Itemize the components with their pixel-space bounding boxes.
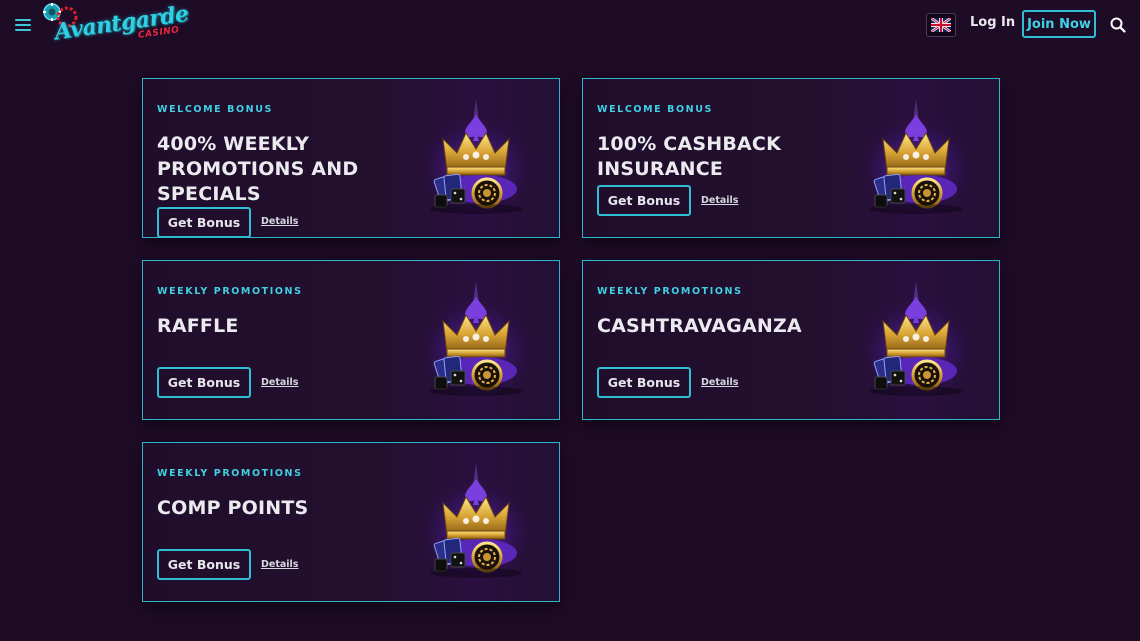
crown-chips-illustration — [412, 97, 540, 219]
site-header: Avantgarde CASINO Log In Join Now — [0, 0, 1140, 50]
crown-chips-illustration — [852, 279, 980, 401]
promo-title: RAFFLE — [157, 315, 239, 337]
details-link[interactable]: Details — [261, 216, 298, 227]
promo-title: COMP POINTS — [157, 497, 309, 519]
join-now-button[interactable]: Join Now — [1022, 10, 1096, 38]
promo-card: WELCOME BONUS 400% WEEKLY PROMOTIONS AND… — [142, 78, 560, 238]
promo-category-label: WEEKLY PROMOTIONS — [157, 286, 303, 297]
get-bonus-button[interactable]: Get Bonus — [597, 367, 691, 398]
search-icon[interactable] — [1110, 17, 1126, 33]
promo-category-label: WEEKLY PROMOTIONS — [597, 286, 743, 297]
promo-title: 400% WEEKLY PROMOTIONS AND SPECIALS — [157, 133, 359, 205]
hamburger-menu-icon[interactable] — [15, 16, 31, 32]
promo-category-label: WELCOME BONUS — [597, 104, 713, 115]
language-selector[interactable] — [926, 13, 956, 37]
promo-card: WEEKLY PROMOTIONS COMP POINTS Get Bonus … — [142, 442, 560, 602]
crown-chips-illustration — [412, 461, 540, 583]
get-bonus-button[interactable]: Get Bonus — [157, 549, 251, 580]
details-link[interactable]: Details — [701, 377, 738, 388]
promo-category-label: WELCOME BONUS — [157, 104, 273, 115]
uk-flag-icon — [931, 18, 951, 32]
promo-card: WEEKLY PROMOTIONS RAFFLE Get Bonus Detai… — [142, 260, 560, 420]
details-link[interactable]: Details — [701, 195, 738, 206]
login-link[interactable]: Log In — [970, 15, 1015, 30]
promo-category-label: WEEKLY PROMOTIONS — [157, 468, 303, 479]
details-link[interactable]: Details — [261, 377, 298, 388]
crown-chips-illustration — [412, 279, 540, 401]
details-link[interactable]: Details — [261, 559, 298, 570]
promo-card: WELCOME BONUS 100% CASHBACK INSURANCE Ge… — [582, 78, 1000, 238]
get-bonus-button[interactable]: Get Bonus — [157, 207, 251, 237]
crown-chips-illustration — [852, 97, 980, 219]
promo-title: 100% CASHBACK INSURANCE — [597, 133, 781, 180]
site-logo[interactable]: Avantgarde CASINO — [42, 1, 190, 48]
get-bonus-button[interactable]: Get Bonus — [597, 185, 691, 216]
promo-card: WEEKLY PROMOTIONS CASHTRAVAGANZA Get Bon… — [582, 260, 1000, 420]
get-bonus-button[interactable]: Get Bonus — [157, 367, 251, 398]
promo-title: CASHTRAVAGANZA — [597, 315, 802, 337]
